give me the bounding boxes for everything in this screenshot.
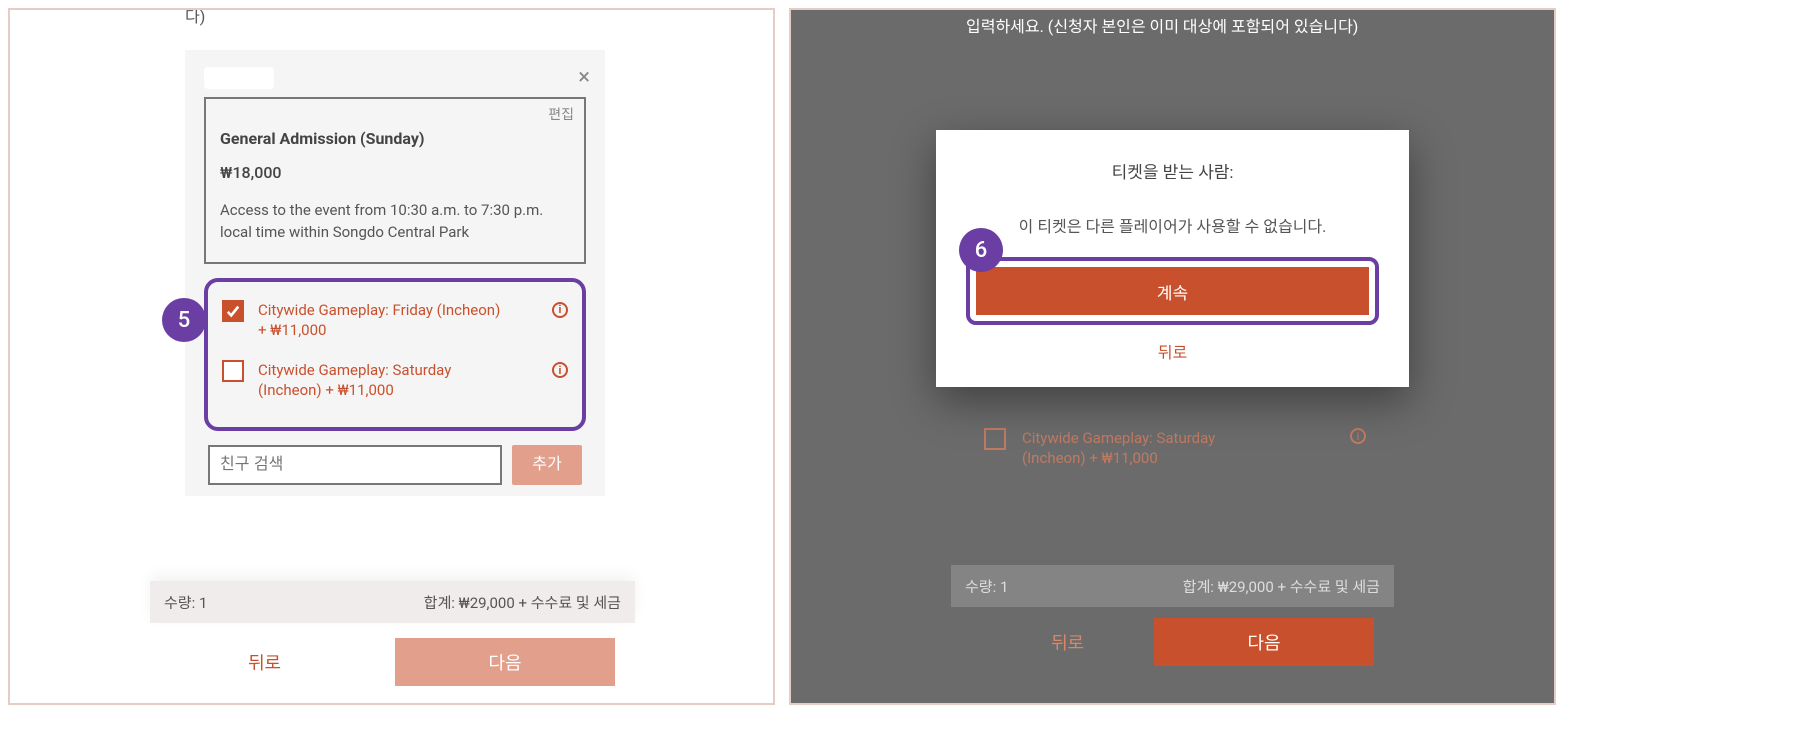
selected-ticket-box: 편집 General Admission (Sunday) ₩18,000 Ac… — [204, 97, 586, 264]
qty-label: 수량: 1 — [164, 592, 207, 613]
recipient-modal: 티켓을 받는 사람: 이 티켓은 다른 플레이어가 사용할 수 없습니다. 계속… — [936, 130, 1409, 387]
addon-label: Citywide Gameplay: Friday (Incheon) + ₩1… — [258, 300, 508, 341]
eligible-friend-link[interactable]: 자격이 있는 친구 — [966, 8, 1077, 11]
screenshot-right: 자격이 있는 친구에게 티켓을 보내려면 대상의 게임 내 닉네임을 입력하세요… — [789, 8, 1556, 705]
modal-back-button[interactable]: 뒤로 — [966, 339, 1379, 363]
ticket-description: Access to the event from 10:30 a.m. to 7… — [220, 200, 570, 244]
modal-message: 이 티켓은 다른 플레이어가 사용할 수 없습니다. — [966, 213, 1379, 237]
step-badge-5: 5 — [162, 298, 206, 342]
addon-label: Citywide Gameplay: Saturday (Incheon) + … — [1022, 428, 1262, 469]
addon-label: Citywide Gameplay: Saturday (Incheon) + … — [258, 360, 508, 401]
info-icon[interactable]: i — [552, 362, 568, 378]
step-badge-6: 6 — [959, 228, 1003, 272]
modal-title: 티켓을 받는 사람: — [966, 158, 1379, 183]
nav-bar-dimmed: 뒤로 다음 — [951, 611, 1394, 673]
add-friend-button[interactable]: 추가 — [512, 445, 582, 485]
total-label: 합계: ₩29,000 + 수수료 및 세금 — [424, 592, 621, 613]
total-label: 합계: ₩29,000 + 수수료 및 세금 — [1183, 576, 1380, 597]
checkbox-unchecked-icon — [984, 428, 1006, 450]
addon-row[interactable]: Citywide Gameplay: Saturday (Incheon) + … — [216, 352, 574, 413]
addon-row[interactable]: Citywide Gameplay: Friday (Incheon) + ₩1… — [216, 292, 574, 353]
instruction-text: 자격이 있는 친구에게 티켓을 보내려면 대상의 게임 내 닉네임을 입력하세요… — [966, 8, 1386, 40]
qty-label: 수량: 1 — [965, 576, 1008, 597]
continue-highlight: 계속 — [966, 257, 1379, 325]
back-button[interactable]: 뒤로 — [248, 649, 281, 675]
ticket-price: ₩18,000 — [220, 161, 570, 186]
next-button: 다음 — [1154, 618, 1374, 666]
next-button[interactable]: 다음 — [395, 638, 615, 686]
summary-bar-dimmed: 수량: 1 합계: ₩29,000 + 수수료 및 세금 — [951, 565, 1394, 607]
checkbox-unchecked-icon[interactable] — [222, 360, 244, 382]
addon-row-dimmed: Citywide Gameplay: Saturday (Incheon) + … — [976, 418, 1374, 483]
friend-search-input[interactable] — [208, 445, 502, 485]
nav-bar: 뒤로 다음 — [148, 631, 635, 693]
addon-group-highlight: Citywide Gameplay: Friday (Incheon) + ₩1… — [204, 278, 586, 431]
back-button: 뒤로 — [1051, 629, 1084, 655]
summary-bar: 수량: 1 합계: ₩29,000 + 수수료 및 세금 — [150, 581, 635, 623]
ticket-card: × 편집 General Admission (Sunday) ₩18,000 … — [185, 50, 605, 496]
info-icon: i — [1350, 428, 1366, 444]
ticket-name: General Admission (Sunday) — [220, 127, 570, 152]
continue-button[interactable]: 계속 — [976, 267, 1369, 315]
ticket-form: 임을 입력하세요. (신청자 본인은 이미 대상에 포함되어 있습니다) × 편… — [185, 8, 605, 496]
instruction-text: 임을 입력하세요. (신청자 본인은 이미 대상에 포함되어 있습니다) — [185, 8, 605, 30]
instruction-overlaid: 자격이 있는 친구에게 티켓을 보내려면 대상의 게임 내 닉네임을 입력하세요… — [966, 8, 1386, 40]
checkbox-checked-icon[interactable] — [222, 300, 244, 322]
edit-link[interactable]: 편집 — [548, 105, 574, 127]
friend-search-row: 추가 — [204, 431, 586, 485]
info-icon[interactable]: i — [552, 302, 568, 318]
screenshot-left: 임을 입력하세요. (신청자 본인은 이미 대상에 포함되어 있습니다) × 편… — [8, 8, 775, 705]
close-icon[interactable]: × — [578, 61, 590, 95]
chip-placeholder — [204, 67, 274, 89]
